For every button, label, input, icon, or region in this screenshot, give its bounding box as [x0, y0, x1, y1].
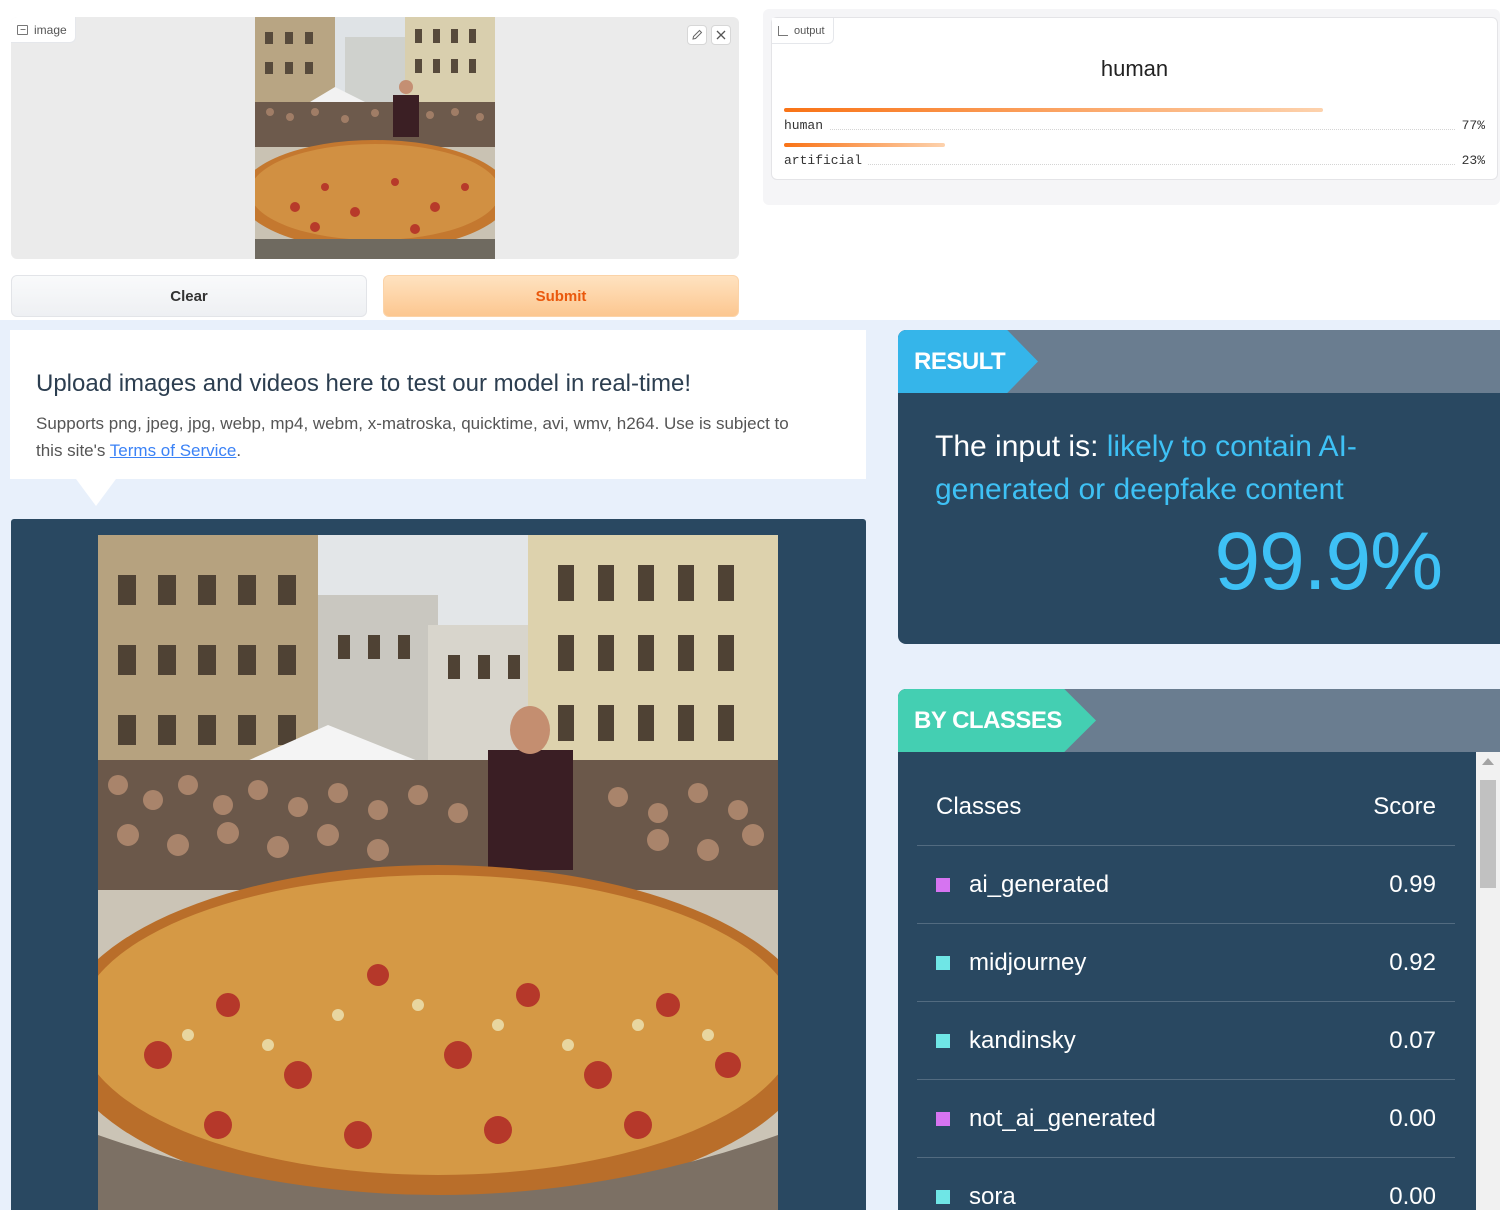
confidence-label: human [784, 118, 830, 133]
classes-column-header: Classes [936, 792, 1022, 820]
class-row: midjourney 0.92 [917, 924, 1455, 1002]
pencil-icon [692, 29, 703, 40]
image-input-panel[interactable]: image [11, 17, 739, 259]
confidence-value: 23% [1455, 153, 1485, 168]
confidence-leader-line [784, 164, 1485, 165]
classes-table: Classes Score ai_generated 0.99 midjourney… [917, 752, 1455, 1210]
confidence-bar [784, 108, 1323, 112]
output-label-tag: output [772, 18, 834, 44]
result-prefix: The input is: [935, 430, 1107, 463]
class-name: midjourney [969, 948, 1087, 976]
image-label: image [34, 22, 67, 37]
remove-image-button[interactable] [711, 25, 731, 45]
close-icon [716, 30, 726, 40]
class-score: 0.99 [1389, 870, 1436, 898]
classes-rows: ai_generated 0.99 midjourney 0.92 kandinsky 0… [917, 846, 1455, 1210]
confidence-bar [784, 143, 945, 147]
class-color-swatch [936, 877, 950, 892]
class-score: 0.07 [1389, 1026, 1436, 1054]
image-label-tag: image [11, 17, 76, 43]
class-name: sora [969, 1182, 1016, 1210]
callout-tail [76, 479, 116, 506]
gradio-demo: image Clear Submit output human human 77… [0, 0, 1500, 320]
class-color-swatch [936, 1111, 950, 1126]
confidence-leader-line [784, 129, 1485, 130]
classes-scrollbar[interactable] [1476, 752, 1500, 1210]
output-label-panel: output human human 77% artificial 23% [771, 17, 1498, 180]
scroll-up-arrow-icon[interactable] [1482, 758, 1494, 765]
confidence-row: artificial 23% [784, 143, 1485, 173]
class-name: not_ai_generated [969, 1104, 1156, 1132]
class-name: kandinsky [969, 1026, 1076, 1054]
image-icon [17, 24, 28, 35]
class-row: not_ai_generated 0.00 [917, 1080, 1455, 1158]
class-color-swatch [936, 1033, 950, 1048]
trailing-period: . [236, 441, 242, 460]
media-preview [11, 519, 866, 1210]
bar-chart-icon [778, 25, 788, 36]
class-color-swatch [936, 955, 950, 970]
scroll-thumb[interactable] [1480, 780, 1496, 888]
supports-text: Supports png, jpeg, jpg, webp, mp4, webm… [36, 410, 816, 464]
submit-button[interactable]: Submit [383, 275, 739, 317]
detector-section: Upload images and videos here to test ou… [0, 320, 1500, 1210]
result-card: RESULT The input is: likely to contain A… [898, 330, 1500, 644]
classes-table-header: Classes Score [917, 752, 1455, 846]
result-percentage: 99.9% [1214, 516, 1443, 607]
terms-of-service-link[interactable]: Terms of Service [110, 441, 237, 460]
image-toolbar [687, 25, 731, 45]
upload-heading: Upload images and videos here to test ou… [36, 370, 692, 397]
predicted-label: human [1100, 56, 1169, 81]
confidence-label: artificial [784, 153, 869, 168]
class-row: sora 0.00 [917, 1158, 1455, 1210]
score-column-header: Score [1373, 792, 1436, 820]
class-row: ai_generated 0.99 [917, 846, 1455, 924]
class-row: kandinsky 0.07 [917, 1002, 1455, 1080]
result-tab: RESULT [898, 330, 1038, 393]
clear-button[interactable]: Clear [11, 275, 367, 317]
output-label: output [794, 24, 825, 37]
confidence-value: 77% [1455, 118, 1485, 133]
edit-button[interactable] [687, 25, 707, 45]
class-name: ai_generated [969, 870, 1110, 898]
result-statement: The input is: likely to contain AI-gener… [935, 425, 1415, 511]
confidence-row: human 77% [784, 108, 1485, 138]
upload-info-callout: Upload images and videos here to test ou… [10, 330, 866, 479]
result-card-header: RESULT [898, 330, 1500, 393]
preview-image [98, 535, 778, 1210]
class-score: 0.00 [1389, 1182, 1436, 1210]
by-classes-tab: BY CLASSES [898, 689, 1096, 752]
class-score: 0.92 [1389, 948, 1436, 976]
by-classes-card: BY CLASSES Classes Score ai_generated 0.9… [898, 689, 1500, 1210]
by-classes-header: BY CLASSES [898, 689, 1500, 752]
uploaded-image-thumbnail [255, 17, 495, 259]
class-score: 0.00 [1389, 1104, 1436, 1132]
class-color-swatch [936, 1189, 950, 1204]
